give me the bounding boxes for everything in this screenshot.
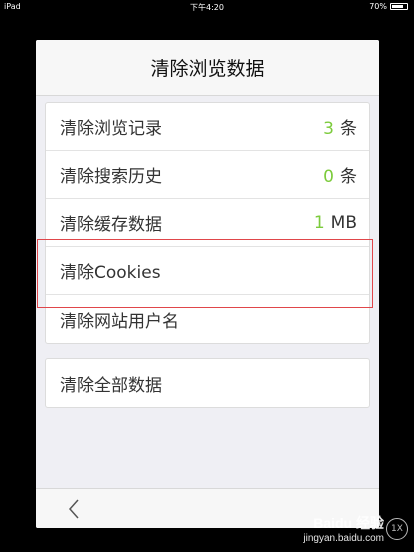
back-button[interactable]: [62, 497, 86, 521]
status-time: 下午4:20: [190, 3, 224, 12]
search-count: 0: [323, 167, 334, 187]
row-value: 1 MB: [314, 213, 357, 233]
clear-search-history-row[interactable]: 清除搜索历史 0 条: [46, 151, 369, 199]
clear-all-group: 清除全部数据: [45, 358, 370, 408]
battery-status: 70%: [369, 2, 408, 11]
row-label: 清除缓存数据: [60, 215, 162, 235]
cache-size: 1: [313, 212, 325, 233]
row-label: 清除浏览记录: [60, 119, 162, 139]
clear-options-group: 清除浏览记录 3 条 清除搜索历史 0 条 清除缓存数据 1 MB 清除Cook…: [45, 102, 370, 344]
clear-cache-row[interactable]: 清除缓存数据 1 MB: [46, 199, 369, 247]
cache-unit: MB: [330, 212, 357, 233]
watermark-url: jingyan.baidu.com: [303, 533, 384, 544]
history-count: 3: [323, 119, 334, 139]
status-bar: iPad 下午4:20 70%: [0, 0, 414, 14]
battery-percent: 70%: [369, 2, 387, 11]
navigation-bar: 清除浏览数据: [36, 40, 379, 96]
zoom-badge[interactable]: 1X: [386, 518, 408, 540]
search-unit: 条: [340, 167, 357, 187]
row-label: 清除搜索历史: [60, 167, 162, 187]
row-label: 清除网站用户名: [60, 311, 179, 332]
clear-usernames-row[interactable]: 清除网站用户名: [46, 295, 369, 343]
row-label: 清除全部数据: [60, 375, 162, 396]
page-title: 清除浏览数据: [150, 58, 265, 80]
history-unit: 条: [340, 119, 357, 139]
clear-all-row[interactable]: 清除全部数据: [46, 359, 369, 407]
chevron-left-icon: [68, 499, 79, 519]
watermark-logo: Baidu 经验: [313, 515, 384, 531]
row-label: 清除Cookies: [60, 263, 161, 283]
clear-cookies-row[interactable]: 清除Cookies: [46, 247, 369, 295]
row-value: 0 条: [323, 162, 357, 187]
clear-data-screen: 清除浏览数据 清除浏览记录 3 条 清除搜索历史 0 条 清除缓存数据 1 MB…: [36, 40, 379, 528]
watermark: Baidu 经验 jingyan.baidu.com: [303, 513, 384, 544]
clear-history-row[interactable]: 清除浏览记录 3 条: [46, 103, 369, 151]
row-value: 3 条: [323, 114, 357, 139]
battery-icon: [390, 3, 408, 10]
